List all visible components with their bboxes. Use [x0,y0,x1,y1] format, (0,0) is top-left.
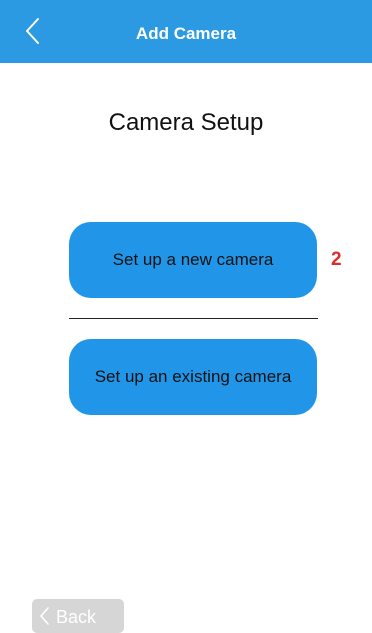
page-title: Camera Setup [108,109,264,136]
step-number-badge: 2 [331,249,342,270]
back-button[interactable]: Back [32,599,124,633]
back-button-label: Back [56,607,97,627]
chevron-left-icon [40,607,49,625]
setup-existing-camera-button[interactable]: Set up an existing camera [69,339,317,415]
navigation-bar: Add Camera [0,0,372,63]
setup-new-camera-button[interactable]: Set up a new camera [69,222,317,298]
nav-title: Add Camera [135,24,237,43]
divider [69,318,318,319]
